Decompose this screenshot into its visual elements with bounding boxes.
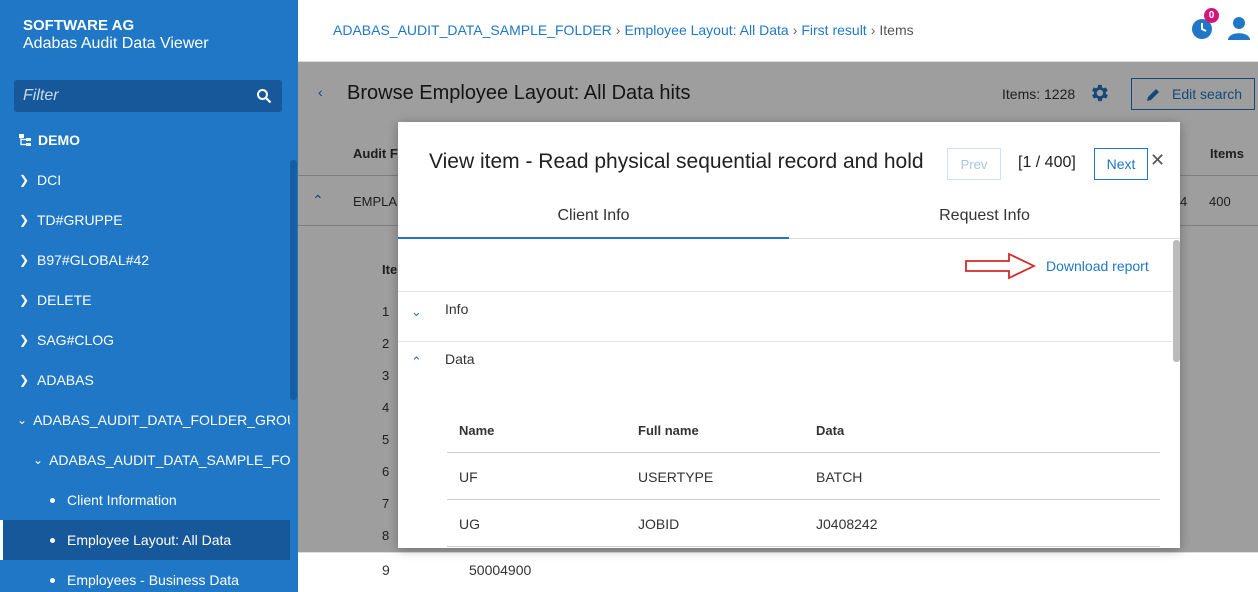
breadcrumb: ADABAS_AUDIT_DATA_SAMPLE_FOLDER › Employee… [333,22,914,38]
tree-item-label: DELETE [37,292,92,308]
section-info-label: Info [445,301,469,317]
tree-item-employee-layout[interactable]: Employee Layout: All Data [0,520,290,560]
section-data-label: Data [445,351,475,367]
last-visible-row[interactable]: 9 50004900 [298,552,1258,592]
data-table: Name Full name Data UF USERTYPE BATCH UG… [447,407,1160,547]
tree-item-client-information[interactable]: Client Information [0,480,290,520]
download-report-link[interactable]: Download report [1046,258,1149,274]
table-row: UG JOBID J0408242 [447,500,1160,547]
data-table-header: Name Full name Data [447,407,1160,453]
tree-item-dci[interactable]: ❯ DCI [0,160,290,200]
filter-input[interactable] [14,80,244,112]
chevron-right-icon: ❯ [18,293,30,307]
tree-item-label: DCI [37,172,62,188]
tree-item-b97-global[interactable]: ❯ B97#GLOBAL#42 [0,240,290,280]
next-button[interactable]: Next [1094,148,1148,180]
tree-item-label: Employees - Business Data [67,572,239,588]
pager-indicator: [1 / 400] [1018,154,1076,171]
chevron-right-icon: ❯ [18,333,30,347]
folder-tree: DEMO ❯ DCI ❯ TD#GRUPPE ❯ B97#GLOBAL#42 ❯ DEL… [0,120,290,592]
brand: SOFTWARE AG Adabas Audit Data Viewer [23,17,209,53]
breadcrumb-separator: › [792,22,798,38]
tree-item-audit-folder-group[interactable]: ⌄ ADABAS_AUDIT_DATA_FOLDER_GROUP [0,400,290,440]
tree-item-adabas[interactable]: ❯ ADABAS [0,360,290,400]
section-info[interactable]: ⌄ Info [398,291,1172,341]
tree-item-label: B97#GLOBAL#42 [37,252,150,268]
sidebar: SOFTWARE AG Adabas Audit Data Viewer DEM… [0,0,298,592]
column-header-name: Name [459,423,495,438]
chevron-down-icon[interactable]: ⌄ [411,304,422,320]
tree-item-label: ADABAS [37,372,94,388]
cell-data: BATCH [816,469,863,485]
tree-item-td-gruppe[interactable]: ❯ TD#GRUPPE [0,200,290,240]
tree-item-demo[interactable]: DEMO [0,120,290,160]
breadcrumb-separator: › [870,22,876,38]
search-icon[interactable] [256,88,272,104]
section-data[interactable]: ⌃ Data [398,341,1172,391]
arrow-annotation-icon [965,252,1036,280]
notification-badge: 0 [1204,8,1219,23]
tree-item-sag-clog[interactable]: ❯ SAG#CLOG [0,320,290,360]
column-header-data: Data [816,423,845,438]
row-index: 9 [382,562,390,578]
filter-box [14,80,282,112]
column-header-full-name: Full name [638,423,699,438]
tree-item-sample-folder[interactable]: ⌄ ADABAS_AUDIT_DATA_SAMPLE_FO... [0,440,290,480]
tree-item-label: TD#GRUPPE [37,212,123,228]
tree-item-label: DEMO [38,132,80,148]
tab-client-info[interactable]: Client Info [398,194,789,239]
cell-full-name: USERTYPE [638,469,714,485]
chevron-down-icon: ⌄ [33,453,44,467]
tab-request-info[interactable]: Request Info [789,194,1180,239]
user-icon[interactable] [1228,16,1250,40]
cell-data: J0408242 [816,516,878,532]
chevron-right-icon: ❯ [18,213,30,227]
bullet-icon [50,497,55,503]
tree-item-label: SAG#CLOG [37,332,115,348]
breadcrumb-separator: › [615,22,621,38]
cell-full-name: JOBID [638,516,680,532]
bullet-icon [50,537,55,543]
bullet-icon [50,577,55,583]
tree-item-delete[interactable]: ❯ DELETE [0,280,290,320]
tree-item-label: Client Information [67,492,177,508]
dialog-tabs: Client Info Request Info [398,194,1180,239]
sidebar-scrollbar[interactable] [290,160,297,400]
chevron-right-icon: ❯ [18,373,30,387]
breadcrumb-result[interactable]: First result [801,22,866,38]
tree-item-label: ADABAS_AUDIT_DATA_FOLDER_GROUP [33,412,290,428]
tree-item-label: Employee Layout: All Data [67,532,232,548]
row-value: 50004900 [469,562,532,578]
chevron-right-icon: ❯ [18,253,30,267]
top-bar: ADABAS_AUDIT_DATA_SAMPLE_FOLDER › Employee… [298,0,1258,62]
chevron-down-icon: ⌄ [17,413,28,427]
app-name: Adabas Audit Data Viewer [23,35,209,52]
tree-item-label: ADABAS_AUDIT_DATA_SAMPLE_FO... [49,452,290,468]
breadcrumb-folder[interactable]: ADABAS_AUDIT_DATA_SAMPLE_FOLDER [333,22,612,38]
table-row: UF USERTYPE BATCH [447,453,1160,500]
brand-name: SOFTWARE AG [23,17,135,34]
dialog-scrollbar[interactable] [1173,240,1180,362]
prev-button[interactable]: Prev [947,148,1001,180]
cell-name: UF [459,469,478,485]
close-icon[interactable]: ✕ [1150,150,1165,171]
breadcrumb-layout[interactable]: Employee Layout: All Data [624,22,788,38]
cell-name: UG [459,516,480,532]
breadcrumb-current: Items [879,22,914,38]
chevron-right-icon: ❯ [18,173,30,187]
view-item-dialog: View item - Read physical sequential rec… [398,122,1180,548]
tree-icon [19,134,31,146]
tree-item-employees-business[interactable]: Employees - Business Data [0,560,290,592]
chevron-up-icon[interactable]: ⌃ [411,354,422,370]
dialog-title: View item - Read physical sequential rec… [429,150,924,173]
